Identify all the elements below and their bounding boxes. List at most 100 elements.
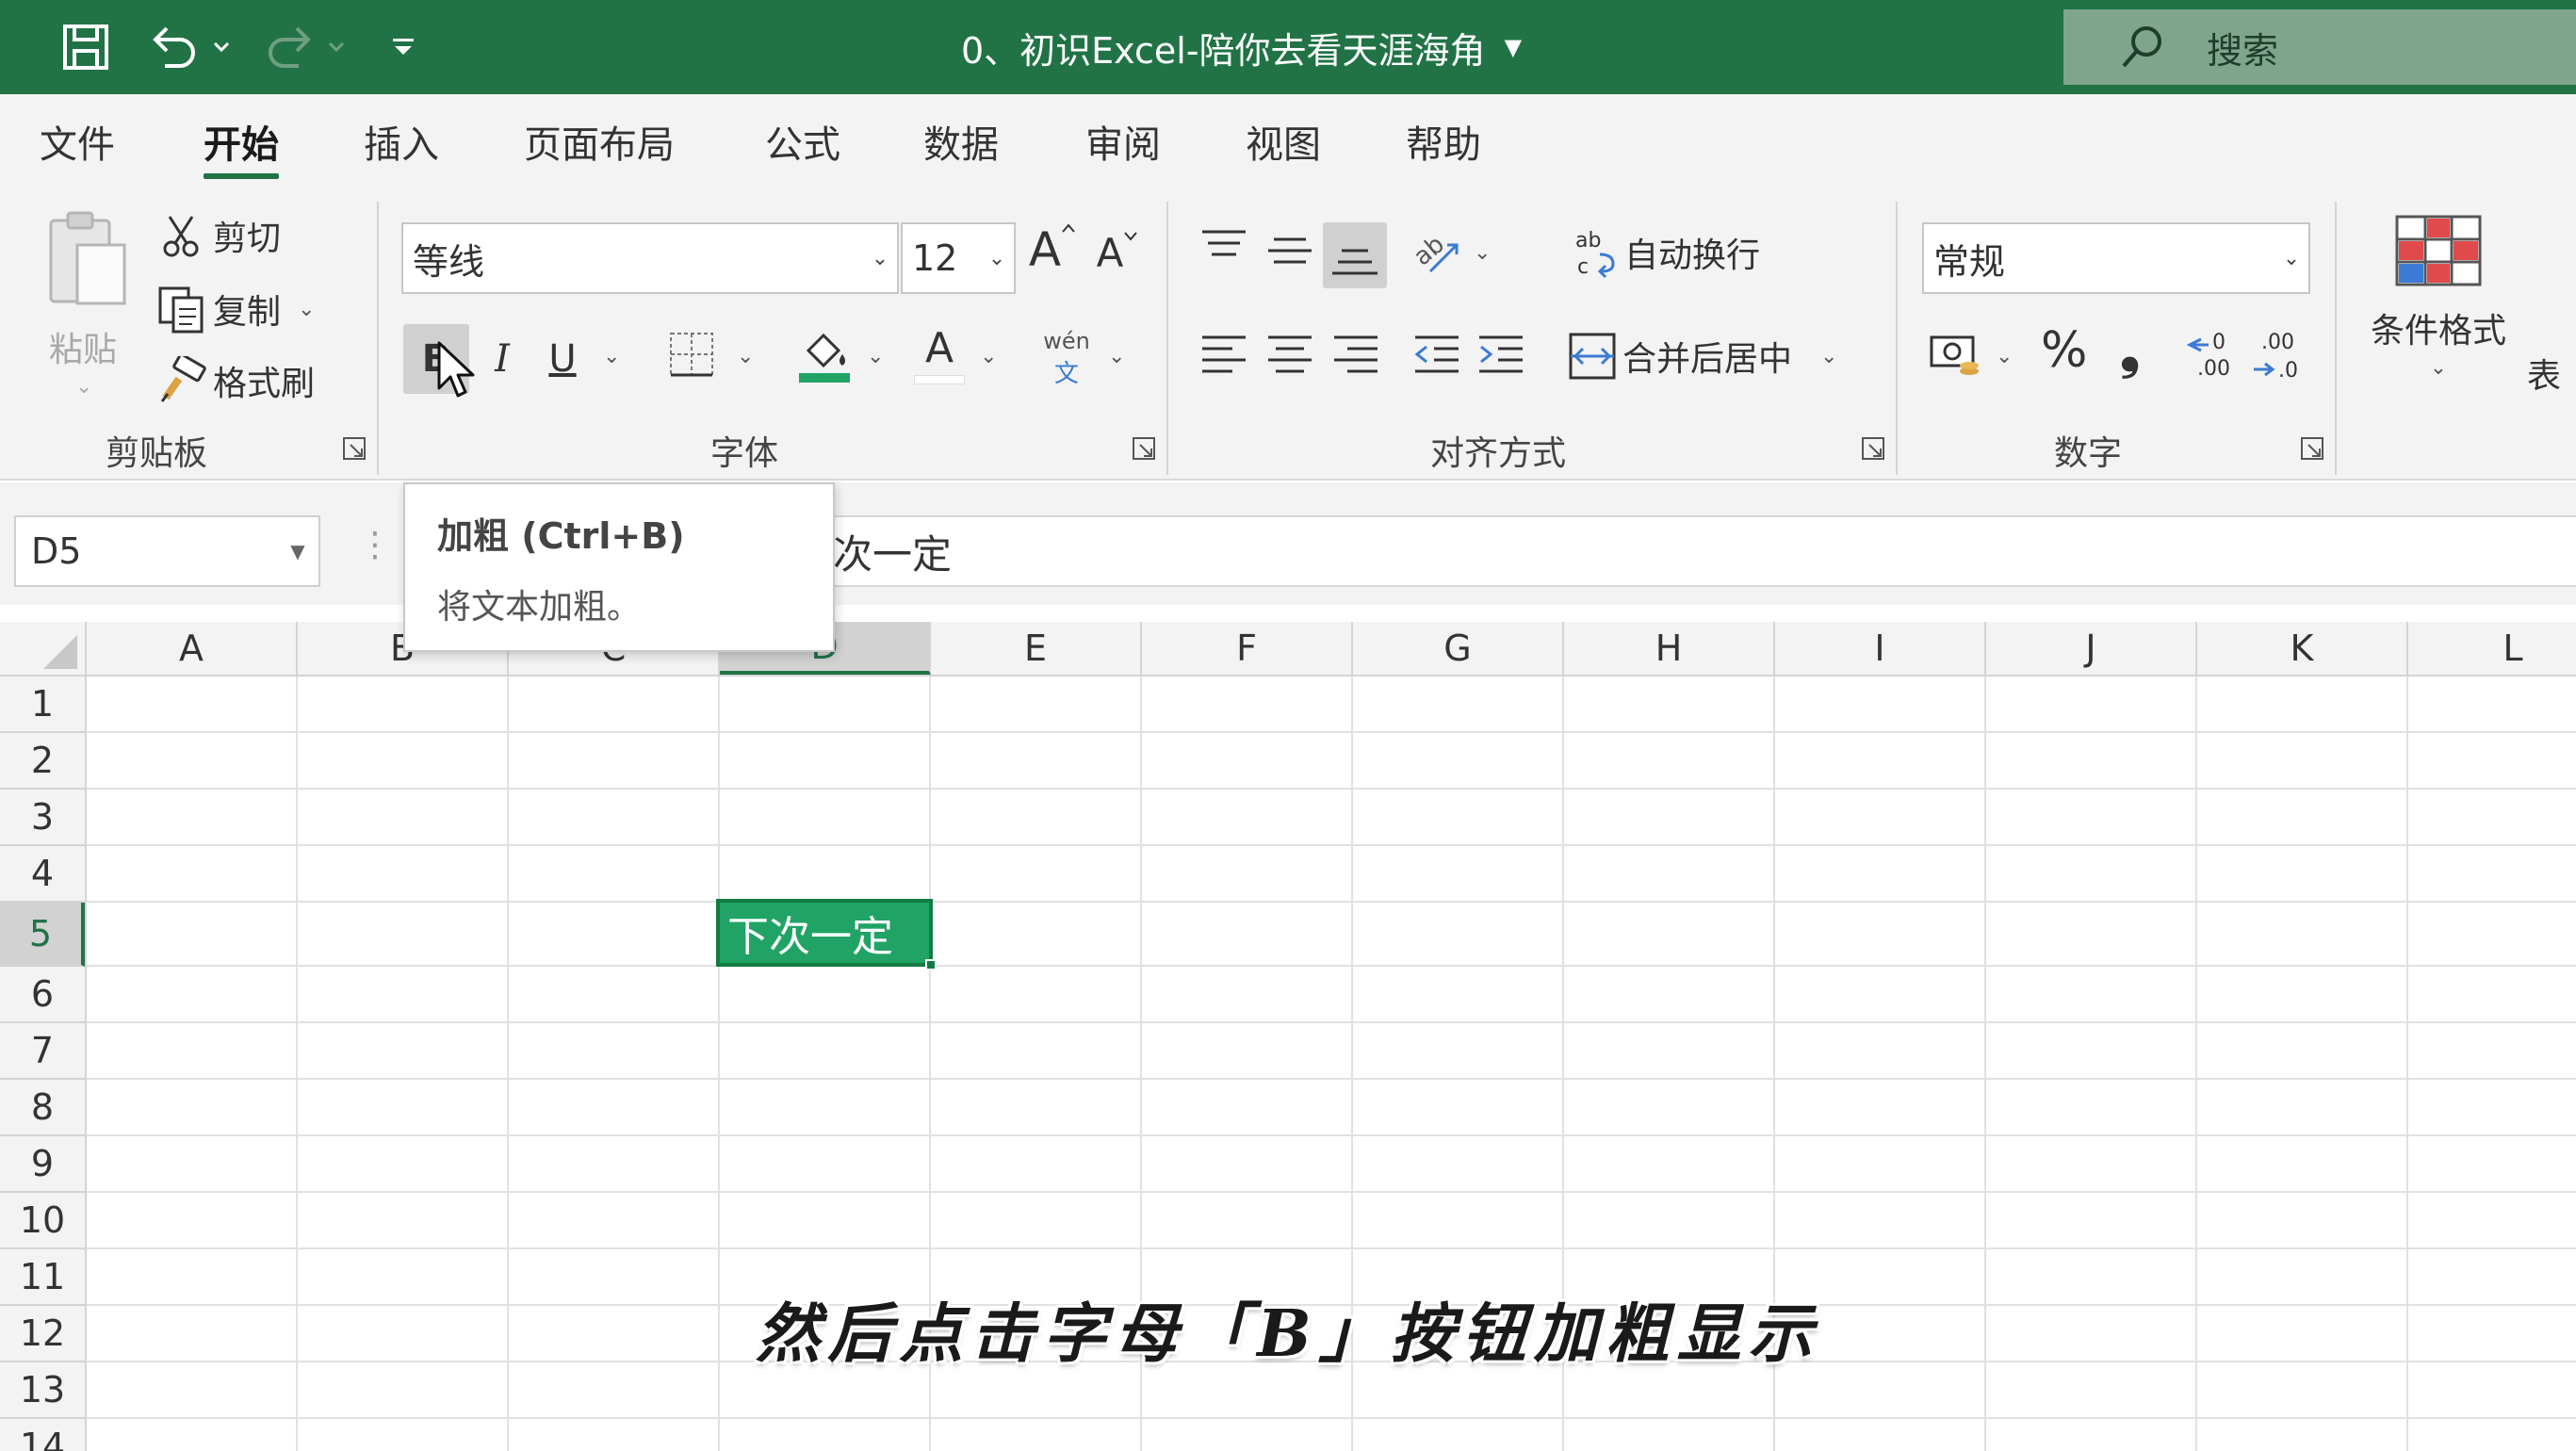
column-header-g[interactable]: G [1353,622,1564,675]
orientation-dropdown-icon[interactable]: ⌄ [1474,241,1491,265]
font-name-combo[interactable]: 等线 ⌄ [401,222,899,294]
orientation-icon[interactable]: ab [1411,224,1464,277]
row-header-6[interactable]: 6 [0,967,85,1023]
column-header-k[interactable]: K [2197,622,2408,675]
italic-button[interactable]: I [479,324,526,394]
phonetic-button[interactable]: wén 文 [1040,328,1093,390]
number-launcher-icon[interactable] [2299,435,2325,462]
column-header-l[interactable]: L [2408,622,2576,675]
redo-icon[interactable] [256,17,322,77]
font-launcher-icon[interactable] [1131,435,1157,462]
row-header-4[interactable]: 4 [0,846,85,903]
shrink-font-glyph: A [1096,230,1124,276]
tab-file[interactable]: 文件 [40,113,115,170]
copy-dropdown-icon[interactable]: ⌄ [298,298,315,321]
name-box[interactable]: D5 ▼ [14,515,320,587]
column-header-e[interactable]: E [931,622,1142,675]
search-box[interactable]: 搜索 [2063,9,2576,85]
tab-help[interactable]: 帮助 [1406,113,1481,170]
tab-formulas[interactable]: 公式 [765,113,840,170]
conditional-format-button[interactable]: 条件格式 ⌄ [2363,213,2514,401]
align-middle-icon[interactable] [1264,226,1315,273]
save-icon[interactable] [53,17,119,77]
increase-indent-icon[interactable] [1475,330,1526,377]
merge-center-label: 合并后居中 [1622,340,1793,379]
cut-button[interactable]: 剪切 [160,209,281,262]
column-header-j[interactable]: J [1986,622,2197,675]
row-header-14[interactable]: 14 [0,1419,85,1451]
row-header-5[interactable]: 5 [0,903,85,967]
gridline [87,901,2576,903]
borders-dropdown-icon[interactable]: ⌄ [737,345,754,368]
gridline [87,965,2576,967]
align-bottom-button[interactable] [1323,222,1387,288]
document-title[interactable]: 0、初识Excel-陪你去看天涯海角 ▼ [961,13,1522,81]
paste-button[interactable]: 粘贴 ⌄ [41,207,139,399]
tab-review[interactable]: 审阅 [1085,113,1161,170]
chevron-down-icon: ⌄ [2282,246,2301,270]
conditional-format-icon [2393,213,2484,288]
undo-dropdown-icon[interactable] [207,17,236,77]
alignment-launcher-icon[interactable] [1860,435,1886,462]
column-header-f[interactable]: F [1142,622,1353,675]
align-right-icon[interactable] [1330,330,1381,377]
increase-decimal-icon[interactable]: 0.00 [2184,326,2241,383]
column-header-i[interactable]: I [1775,622,1986,675]
tab-view[interactable]: 视图 [1246,113,1321,170]
tab-page-layout[interactable]: 页面布局 [524,113,675,170]
comma-style-button[interactable]: ❟ [2120,320,2140,381]
merge-center-dropdown-icon[interactable]: ⌄ [1820,345,1837,368]
row-header-7[interactable]: 7 [0,1023,85,1080]
row-header-1[interactable]: 1 [0,677,85,733]
row-header-10[interactable]: 10 [0,1193,85,1249]
row-header-8[interactable]: 8 [0,1080,85,1136]
row-header-3[interactable]: 3 [0,790,85,846]
accounting-dropdown-icon[interactable]: ⌄ [1996,345,2013,368]
redo-dropdown-icon[interactable] [322,17,351,77]
underline-glyph: U [548,337,577,381]
phonetic-dropdown-icon[interactable]: ⌄ [1108,345,1125,368]
row-header-2[interactable]: 2 [0,733,85,790]
format-as-table-button[interactable]: 表 [2527,349,2576,398]
fill-color-icon[interactable] [797,326,852,384]
active-cell-d5[interactable]: 下次一定 [716,899,933,967]
decrease-indent-icon[interactable] [1411,330,1462,377]
number-format-combo[interactable]: 常规 ⌄ [1922,222,2310,294]
name-box-value: D5 [31,530,82,572]
fill-handle[interactable] [925,959,937,970]
copy-button[interactable]: 复制 ⌄ [156,283,315,335]
select-all-button[interactable] [0,622,87,677]
tab-insert[interactable]: 插入 [364,113,439,170]
shrink-font-button[interactable]: A [1089,230,1146,290]
borders-icon[interactable] [665,328,718,381]
formula-input[interactable]: 次一定 [810,515,2576,587]
tab-data[interactable]: 数据 [923,113,999,170]
active-cell-value: 下次一定 [727,913,893,961]
column-header-h[interactable]: H [1564,622,1775,675]
fill-color-dropdown-icon[interactable]: ⌄ [867,345,884,368]
font-color-button[interactable]: A [910,322,969,390]
merge-center-button[interactable]: 合并后居中 ⌄ [1568,326,1837,386]
tooltip-title: 加粗 (Ctrl+B) [437,515,685,557]
align-left-icon[interactable] [1198,330,1249,377]
format-painter-button[interactable]: 格式刷 [158,354,315,407]
font-color-dropdown-icon[interactable]: ⌄ [980,345,997,368]
wrap-text-button[interactable]: ab c 自动换行 [1573,224,1760,281]
font-size-combo[interactable]: 12 ⌄ [901,222,1016,294]
search-placeholder: 搜索 [2207,29,2279,72]
decrease-decimal-icon[interactable]: .00.0 [2250,326,2307,383]
row-header-9[interactable]: 9 [0,1136,85,1193]
formula-bar-grip-icon[interactable]: ⋮ [358,526,392,564]
tab-home[interactable]: 开始 [204,113,279,179]
clipboard-launcher-icon[interactable] [341,435,367,462]
align-center-icon[interactable] [1264,330,1315,377]
customize-toolbar-icon[interactable] [384,17,422,77]
column-header-a[interactable]: A [87,622,298,675]
percent-button[interactable]: % [2041,322,2087,379]
align-top-icon[interactable] [1198,226,1249,273]
underline-dropdown-icon[interactable]: ⌄ [603,345,620,368]
accounting-format-icon[interactable] [1928,330,1984,381]
underline-button[interactable]: U [537,324,588,394]
undo-icon[interactable] [141,17,207,77]
grow-font-button[interactable]: A [1023,222,1082,290]
